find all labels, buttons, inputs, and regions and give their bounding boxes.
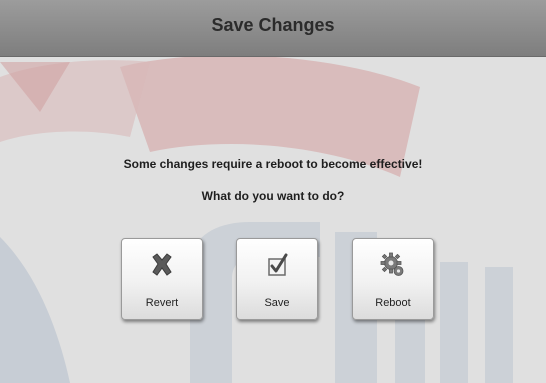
dialog-header: Save Changes: [0, 0, 546, 57]
save-changes-dialog: Save Changes Some changes require a rebo…: [0, 0, 546, 383]
dialog-title: Save Changes: [211, 14, 335, 35]
x-mark-icon: [152, 253, 172, 276]
gear-icon: [380, 252, 404, 276]
save-label: Save: [264, 297, 290, 309]
reboot-notice: Some changes require a reboot to become …: [123, 157, 423, 171]
reboot-button[interactable]: Reboot: [352, 238, 434, 320]
dialog-content: Some changes require a reboot to become …: [0, 57, 546, 383]
reboot-label: Reboot: [375, 297, 411, 309]
revert-button[interactable]: Revert: [121, 238, 203, 320]
question-text: What do you want to do?: [201, 189, 345, 203]
checkmark-icon: [268, 253, 288, 276]
save-button[interactable]: Save: [236, 238, 318, 320]
revert-label: Revert: [145, 297, 179, 309]
